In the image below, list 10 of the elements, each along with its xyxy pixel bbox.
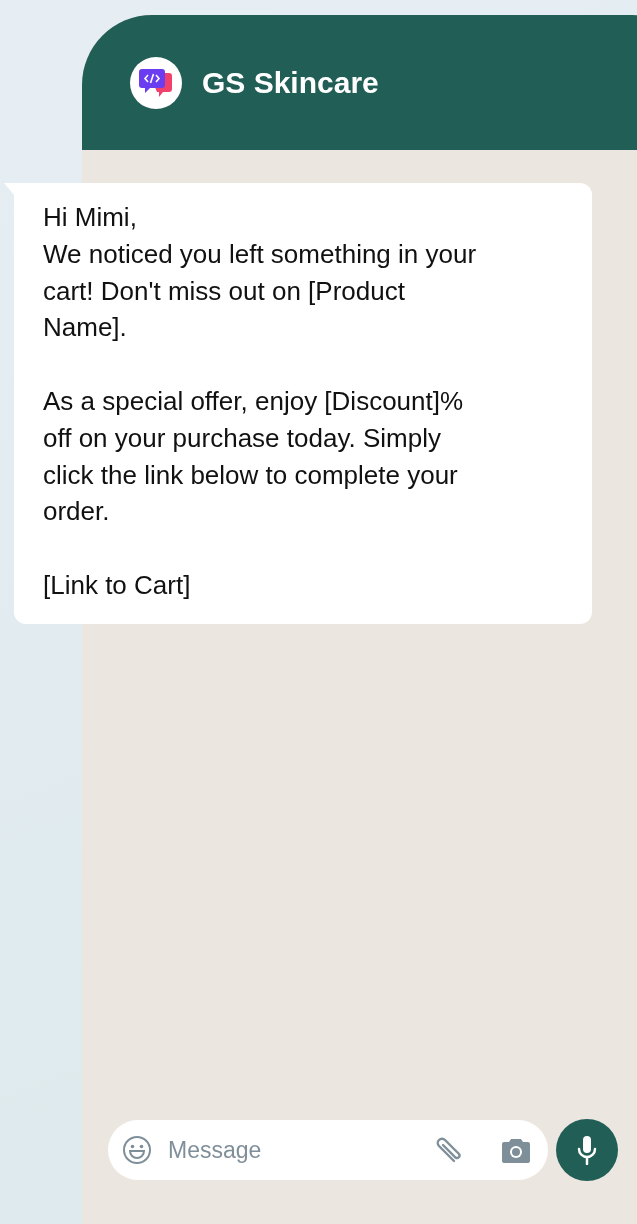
chat-logo-icon	[130, 56, 182, 109]
bubble-tail-icon	[4, 183, 14, 195]
camera-icon[interactable]	[502, 1137, 530, 1163]
emoji-icon[interactable]	[122, 1135, 152, 1165]
chat-title: GS Skincare	[202, 65, 379, 100]
message-bubble: Hi Mimi, We noticed you left something in your cart! Don't miss out on [Product Name]. As a special offer, enjoy [Discount]% off on your purchase today. Simply click the link below to complete your order. [Link to Cart]	[14, 183, 592, 624]
message-input-field[interactable]: Message	[108, 1120, 548, 1180]
paperclip-icon[interactable]	[434, 1135, 464, 1165]
microphone-icon	[576, 1135, 598, 1165]
message-input[interactable]: Message	[166, 1135, 420, 1165]
